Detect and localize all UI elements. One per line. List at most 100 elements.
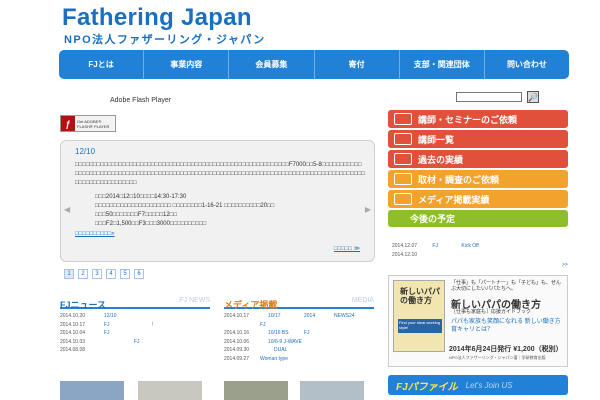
media-row[interactable]: 2014.09.27 Woman type bbox=[224, 356, 374, 365]
book-publisher: NPO法人ファザーリング・ジャパン著｜学研教育出版 bbox=[449, 355, 546, 360]
nav-item-services[interactable]: 事業内容 bbox=[143, 50, 228, 79]
news-row[interactable]: 2014.08.08 bbox=[60, 347, 210, 356]
slider-prev-icon[interactable]: ◀ bbox=[64, 205, 70, 214]
sidebar-item-press-request[interactable]: 取材・調査のご依頼 bbox=[388, 170, 568, 188]
fj-news-title: FJニュース bbox=[60, 300, 107, 310]
media-text: FJ bbox=[304, 330, 310, 337]
schedule-extra: Kick Off bbox=[461, 243, 479, 249]
book-promo[interactable]: 新しいパパの働き方 Find your ideal working style!… bbox=[388, 275, 568, 367]
fj-file-sub: Let's Join US bbox=[465, 380, 513, 390]
pager-page[interactable]: 5 bbox=[120, 269, 130, 279]
book-subtitle: ［仕事も家庭も］応援ガイドブック bbox=[451, 309, 532, 315]
news-date: 2014.10.04 bbox=[60, 330, 86, 337]
document-icon bbox=[394, 153, 412, 165]
people-icon bbox=[394, 133, 412, 145]
media-date: 2014.10.06 bbox=[224, 338, 250, 345]
media-section: メディア掲載 MEDIA 2014.10.17 10/17 2014 NEWS24 F… bbox=[224, 295, 374, 365]
search-icon: 🔎 bbox=[528, 92, 538, 102]
schedule-date: 2014.12.10 bbox=[392, 252, 418, 258]
media-en-label: MEDIA bbox=[351, 297, 374, 304]
news-row[interactable]: 2014.10.03 FJ bbox=[60, 339, 210, 348]
media-row[interactable]: 2014.10.06 10/6-9 J-WAVE bbox=[224, 339, 374, 348]
slide-category-link[interactable]: □□□□□□□□□□» bbox=[75, 231, 115, 237]
search-button[interactable]: 🔎 bbox=[527, 91, 539, 103]
media-text: Woman type bbox=[260, 355, 288, 362]
media-row[interactable]: 2014.10.17 10/17 2014 NEWS24 bbox=[224, 313, 374, 322]
pager-page[interactable]: 4 bbox=[106, 269, 116, 279]
schedule-row[interactable]: 2014.12.07 FJ Kick Off bbox=[392, 243, 479, 249]
sidebar-item-media-results[interactable]: メディア掲載実績 bbox=[388, 190, 568, 208]
fj-news-en-label: FJ NEWS bbox=[179, 297, 210, 304]
news-photo[interactable] bbox=[60, 381, 124, 400]
site-title[interactable]: Fathering Japan bbox=[62, 4, 252, 32]
news-text: 12/10 bbox=[104, 313, 117, 319]
media-row[interactable]: 2014.09.30 DUAL bbox=[224, 347, 374, 356]
nav-item-donate[interactable]: 寄付 bbox=[313, 50, 399, 79]
pager-page[interactable]: 6 bbox=[134, 269, 144, 279]
media-text: DUAL bbox=[274, 347, 288, 354]
site-subtitle: NPO法人ファザーリング・ジャパン bbox=[64, 34, 266, 46]
news-row[interactable]: 2014.10.17 FJ! bbox=[60, 322, 210, 331]
news-row[interactable]: 2014.10.20 12/10 bbox=[60, 313, 210, 322]
media-text: 10/17 bbox=[268, 313, 281, 319]
nav-item-about[interactable]: FJとは bbox=[59, 50, 143, 79]
news-text: FJ bbox=[104, 321, 110, 328]
media-date: 2014.10.17 bbox=[224, 313, 250, 319]
media-row[interactable]: 2014.10.16 10/16 BS FJ bbox=[224, 330, 374, 339]
sidebar-item-label: 今後の予定 bbox=[410, 214, 456, 224]
nav-item-membership[interactable]: 会員募集 bbox=[228, 50, 313, 79]
fj-file-title: FJパファイル bbox=[396, 381, 458, 393]
pager-page[interactable]: 3 bbox=[92, 269, 102, 279]
presenter-icon bbox=[394, 113, 412, 125]
flash-player-label: Adobe Flash Player bbox=[110, 97, 172, 104]
sidebar-item-label: 取材・調査のご依頼 bbox=[418, 174, 500, 185]
book-cover-image: 新しいパパの働き方 Find your ideal working style! bbox=[393, 280, 445, 352]
media-date: 2014.09.27 bbox=[224, 355, 250, 362]
book-note: パパも家族も笑顔になれる 新しい働き方 育キャリとは？ bbox=[451, 319, 561, 333]
flash-icon: ƒ bbox=[61, 116, 75, 131]
pencil-icon bbox=[394, 193, 412, 205]
news-photo[interactable] bbox=[138, 381, 202, 400]
news-text: FJ bbox=[134, 338, 140, 345]
fj-file-banner[interactable]: FJパファイル Let's Join US bbox=[388, 375, 568, 395]
fj-news-section: FJニュース FJ NEWS 2014.10.20 12/10 2014.10.1… bbox=[60, 295, 210, 356]
slide-detail-line: □□□□□□□□□□□□□□□□□□□□□ □□□□□□□□1-16-21 □□… bbox=[95, 203, 275, 209]
sidebar-item-past-results[interactable]: 過去の実績 bbox=[388, 150, 568, 168]
schedule-more-link[interactable]: >> bbox=[562, 262, 568, 268]
media-photo[interactable] bbox=[224, 381, 288, 400]
nav-item-contact[interactable]: 問い合わせ bbox=[483, 50, 569, 79]
slide-detail-line: □□□50□□□□□□□F7□□□□□12□□ bbox=[95, 212, 177, 218]
slide-body: □□□□□□□□□□□□□□□□□□□□□□□□□□□□□□□□□□□□□□□□… bbox=[75, 162, 365, 186]
sidebar-item-label: 講師・セミナーのご依頼 bbox=[418, 114, 518, 125]
news-text: FJ bbox=[104, 330, 110, 337]
slide-more-link[interactable]: □□□□□ ≫ bbox=[334, 245, 360, 252]
media-text: 10/6-9 J-WAVE bbox=[268, 338, 302, 345]
news-row[interactable]: 2014.10.04 FJ bbox=[60, 330, 210, 339]
camera-icon bbox=[394, 173, 412, 185]
pager-page[interactable]: 1 bbox=[64, 269, 74, 279]
main-nav: FJとは 事業内容 会員募集 寄付 支部・関連団体 問い合わせ bbox=[59, 50, 569, 79]
news-date: 2014.10.03 bbox=[60, 338, 86, 345]
book-cover-en: Find your ideal working style! bbox=[398, 319, 442, 333]
media-text: 10/16 BS bbox=[268, 330, 289, 337]
book-release-date: 2014年6月24日発行 ¥1,200（税別） bbox=[449, 346, 563, 353]
sidebar-item-lecture-request[interactable]: 講師・セミナーのご依頼 bbox=[388, 110, 568, 128]
schedule-date: 2014.12.07 bbox=[392, 243, 418, 249]
schedule-row[interactable]: 2014.12.10 bbox=[392, 252, 417, 258]
pager-page[interactable]: 2 bbox=[78, 269, 88, 279]
featured-slider: 12/10 □□□□□□□□□□□□□□□□□□□□□□□□□□□□□□□□□□… bbox=[60, 140, 375, 262]
sidebar-item-lecturers[interactable]: 講師一覧 bbox=[388, 130, 568, 148]
get-flash-badge[interactable]: ƒ Get ADOBE® FLASH® PLAYER bbox=[60, 115, 116, 132]
media-title: メディア掲載 bbox=[224, 300, 278, 310]
nav-item-branches[interactable]: 支部・関連団体 bbox=[398, 50, 484, 79]
sidebar-item-label: 講師一覧 bbox=[418, 134, 455, 145]
media-photo[interactable] bbox=[300, 381, 364, 400]
news-date: 2014.10.17 bbox=[60, 321, 86, 328]
media-row[interactable]: FJ bbox=[224, 322, 374, 331]
media-text: 2014 bbox=[304, 313, 316, 319]
slide-detail-line: □□□2014□12□10□□□□14:30-17:30 bbox=[95, 194, 187, 200]
sidebar-item-upcoming[interactable]: 今後の予定 bbox=[388, 210, 568, 227]
search-input[interactable] bbox=[456, 92, 522, 102]
media-text: NEWS24 bbox=[334, 313, 355, 319]
slider-next-icon[interactable]: ▶ bbox=[365, 205, 371, 214]
